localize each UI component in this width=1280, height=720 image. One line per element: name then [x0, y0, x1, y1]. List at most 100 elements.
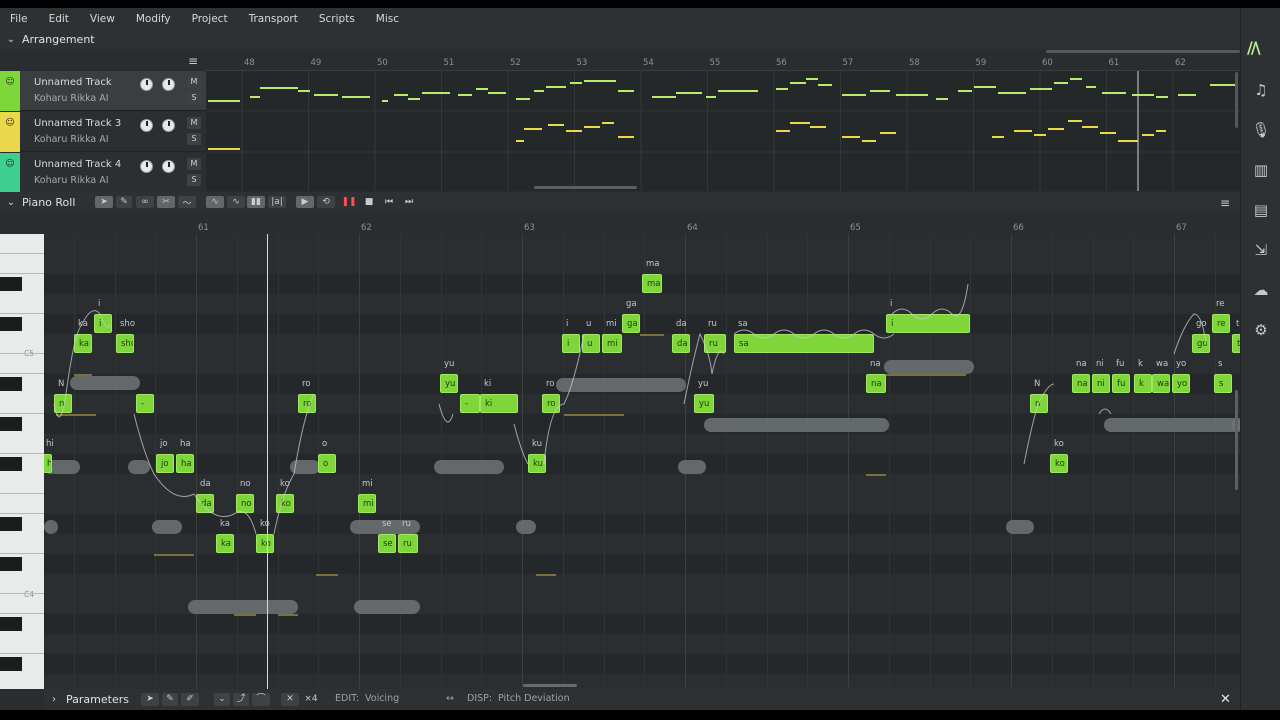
follow-playhead-icon[interactable]: ▶	[296, 196, 314, 208]
param-curve-up-icon[interactable]: ⤴	[233, 693, 249, 706]
arrangement-canvas[interactable]	[206, 71, 1240, 191]
black-key[interactable]	[0, 377, 22, 391]
black-key[interactable]	[0, 657, 22, 671]
black-key[interactable]	[0, 417, 22, 431]
param-pointer-icon[interactable]: ➤	[141, 693, 159, 706]
hamburger-menu-icon[interactable]: ≡	[188, 55, 200, 67]
track-color-chip[interactable]: ☺	[0, 71, 20, 111]
volume-knob[interactable]	[140, 160, 153, 173]
black-key[interactable]	[0, 617, 22, 631]
track-row-1[interactable]: ☺ Unnamed Track Koharu Rikka AI M S	[0, 71, 206, 111]
edit-value[interactable]: Voicing	[365, 693, 399, 704]
track-color-chip[interactable]: ☺	[0, 153, 20, 193]
pan-knob[interactable]	[162, 119, 175, 132]
solo-button[interactable]: S	[187, 133, 201, 145]
pencil-tool-icon[interactable]: ✎	[116, 196, 132, 208]
arrangement-horizontal-scrollbar[interactable]	[534, 186, 637, 189]
chevron-down-icon[interactable]: ⌄	[0, 34, 22, 45]
menu-project[interactable]: Project	[192, 13, 228, 25]
menu-edit[interactable]: Edit	[49, 13, 69, 25]
param-multiplier[interactable]: ×4	[302, 693, 320, 706]
chevron-right-icon[interactable]: ›	[52, 694, 56, 705]
pan-knob[interactable]	[162, 78, 175, 91]
scissors-tool-icon[interactable]: ✂	[157, 196, 175, 208]
menu-view[interactable]: View	[90, 13, 115, 25]
library-icon[interactable]: ▥	[1249, 158, 1273, 182]
chevron-down-icon[interactable]: ⌄	[0, 197, 22, 208]
book-icon[interactable]: ▤	[1249, 198, 1273, 222]
menu-misc[interactable]: Misc	[376, 13, 399, 25]
white-key-divider	[0, 593, 44, 594]
pitch-curve-icon[interactable]: ∿	[206, 196, 224, 208]
arrangement-header[interactable]: ⌄ Arrangement	[0, 29, 1240, 49]
white-key-divider	[0, 513, 44, 514]
track-name[interactable]: Unnamed Track 4	[34, 159, 121, 170]
skip-forward-icon[interactable]: ⏭	[402, 196, 416, 208]
mute-button[interactable]: M	[187, 158, 201, 170]
close-icon[interactable]: ✕	[1220, 692, 1231, 707]
solo-button[interactable]: S	[187, 92, 201, 104]
arrangement-bar-number: 49	[310, 58, 322, 68]
pointer-tool-icon[interactable]: ➤	[95, 196, 113, 208]
disp-value[interactable]: Pitch Deviation	[498, 693, 570, 704]
arrangement-ruler[interactable]: 48 49 50 51 52 53 54 55 56 57 58 59 60 61 62	[206, 57, 1240, 71]
volume-knob[interactable]	[140, 78, 153, 91]
parameters-panel-bar[interactable]: › Parameters ➤ ✎ ✐ ⌄ ⤴ ⌒ ✕ ×4 EDIT: Voic…	[44, 689, 1240, 710]
arrangement-title: Arrangement	[22, 32, 95, 46]
mute-button[interactable]: M	[187, 117, 201, 129]
pitch-edit-icon[interactable]: ∿	[227, 196, 245, 208]
menu-transport[interactable]: Transport	[249, 13, 298, 25]
swap-arrows-icon[interactable]: ↔	[446, 693, 454, 704]
param-draw-icon[interactable]: ✐	[181, 693, 199, 706]
black-key[interactable]	[0, 457, 22, 471]
skip-back-icon[interactable]: ⏮	[382, 196, 396, 208]
volume-knob[interactable]	[140, 119, 153, 132]
param-smooth-icon[interactable]: ⌒	[252, 693, 270, 706]
track-name[interactable]: Unnamed Track 3	[34, 118, 121, 129]
export-icon[interactable]: ⇲	[1249, 238, 1273, 262]
arrangement-bar-number: 48	[244, 58, 255, 68]
menu-file[interactable]: File	[10, 13, 28, 25]
piano-roll-bar-number: 67	[1176, 223, 1187, 233]
playhead[interactable]	[267, 234, 268, 689]
black-key[interactable]	[0, 557, 22, 571]
white-key-divider	[0, 413, 44, 414]
white-key-divider	[0, 493, 44, 494]
curve-tool-icon[interactable]: 〜	[178, 196, 196, 209]
waveform-icon[interactable]: ▮▮	[247, 196, 265, 208]
gear-icon[interactable]: ⚙	[1249, 318, 1273, 342]
white-key-divider	[0, 273, 44, 274]
param-multiply-icon[interactable]: ✕	[281, 693, 299, 706]
menu-scripts[interactable]: Scripts	[319, 13, 355, 25]
arrangement-vertical-scrollbar[interactable]	[1235, 72, 1238, 128]
piano-keyboard[interactable]: C5 C4	[0, 234, 44, 689]
music-note-icon[interactable]: ♫	[1249, 78, 1273, 102]
solo-button[interactable]: S	[187, 174, 201, 186]
param-curve-down-icon[interactable]: ⌄	[214, 693, 230, 706]
arrangement-bar-number: 52	[510, 58, 521, 68]
track-row-3[interactable]: ☺ Unnamed Track 3 Koharu Rikka AI M S	[0, 112, 206, 152]
lyrics-icon[interactable]: |a|	[268, 196, 286, 208]
microphone-icon[interactable]: 🎙	[1249, 118, 1273, 142]
track-row-4[interactable]: ☺ Unnamed Track 4 Koharu Rikka AI M S	[0, 153, 206, 193]
track-name[interactable]: Unnamed Track	[34, 77, 112, 88]
pause-icon[interactable]: ❚❚	[341, 196, 356, 208]
cloud-icon[interactable]: ☁	[1249, 278, 1273, 302]
arrangement-zoom-scrollbar[interactable]	[1046, 50, 1240, 53]
black-key[interactable]	[0, 317, 22, 331]
loop-icon[interactable]: ⟲	[317, 196, 335, 208]
black-key[interactable]	[0, 277, 22, 291]
piano-roll-ruler[interactable]: 61 62 63 64 65 66 67	[44, 222, 1240, 234]
stop-icon[interactable]: ■	[362, 196, 376, 208]
pan-knob[interactable]	[162, 160, 175, 173]
mute-button[interactable]: M	[187, 76, 201, 88]
hamburger-menu-icon[interactable]: ≡	[1220, 196, 1230, 210]
black-key[interactable]	[0, 517, 22, 531]
menu-modify[interactable]: Modify	[136, 13, 171, 25]
piano-roll-horizontal-scrollbar[interactable]	[523, 684, 577, 687]
track-color-chip[interactable]: ☺	[0, 112, 20, 152]
param-pencil-icon[interactable]: ✎	[162, 693, 178, 706]
link-tool-icon[interactable]: ∞	[136, 196, 154, 208]
piano-roll-vertical-scrollbar[interactable]	[1235, 390, 1238, 490]
arrangement-bar-number: 59	[975, 58, 987, 68]
